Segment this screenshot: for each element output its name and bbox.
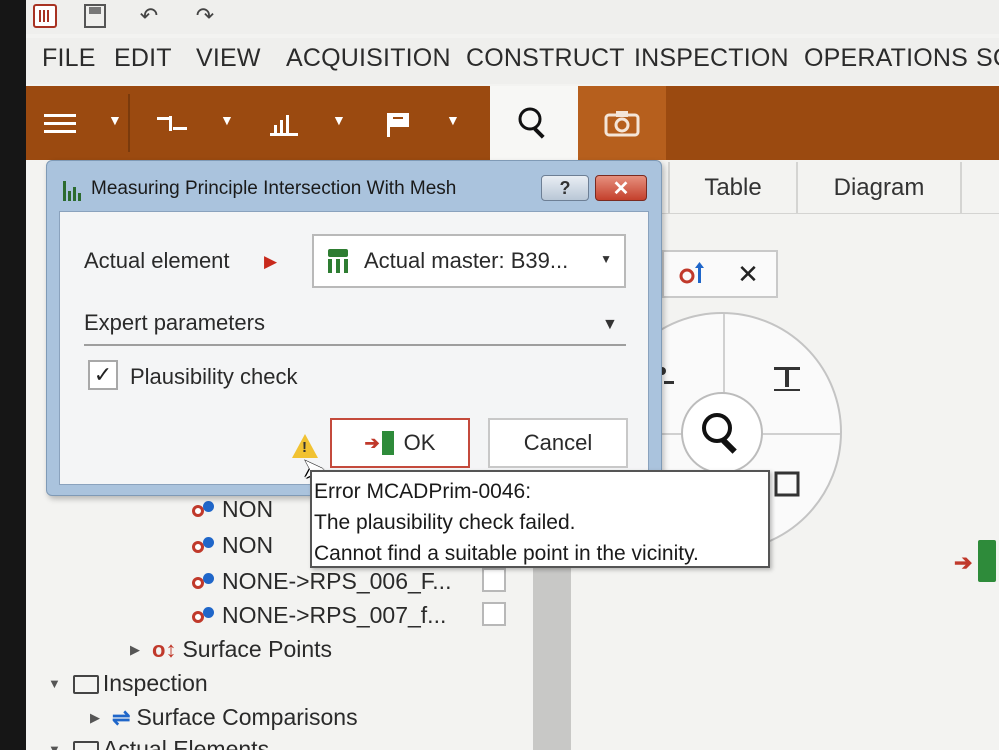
- dialog-title: Measuring Principle Intersection With Me…: [91, 178, 457, 199]
- actual-element-label: Actual element: [84, 248, 230, 273]
- tree-row-checkbox[interactable]: [482, 602, 506, 626]
- menu-sc[interactable]: SC: [976, 44, 999, 73]
- cancel-button[interactable]: Cancel: [488, 418, 628, 468]
- tree-surface-comparisons[interactable]: ▶ ⇌ Surface Comparisons: [90, 704, 358, 731]
- dialog-close-button[interactable]: ✕: [595, 175, 647, 201]
- menu-view[interactable]: VIEW: [196, 44, 261, 73]
- chevron-down-icon[interactable]: ▼: [602, 316, 618, 334]
- toolbar-separator: [128, 94, 130, 152]
- actual-element-value: Actual master: B39...: [364, 248, 569, 273]
- ok-arrow-icon: ➔: [364, 432, 380, 453]
- ok-button[interactable]: ➔ OK: [330, 418, 470, 468]
- menu-caret-icon[interactable]: ▼: [108, 112, 122, 128]
- menu-file[interactable]: FILE: [42, 44, 96, 73]
- flag-icon[interactable]: [376, 104, 420, 144]
- error-message: The plausibility check failed.: [314, 511, 576, 534]
- align-icon[interactable]: [150, 104, 194, 144]
- plausibility-check-label[interactable]: Plausibility check: [130, 364, 298, 390]
- tree-rps-label: NON: [222, 496, 274, 522]
- quick-access-bar: ↶ ↷: [26, 0, 999, 34]
- close-icon[interactable]: ✕: [724, 258, 772, 290]
- measure-icon: [63, 179, 87, 201]
- ok-label: OK: [403, 430, 436, 455]
- camera-icon[interactable]: [578, 86, 666, 160]
- radial-zoom-icon[interactable]: [681, 392, 763, 474]
- tree-inspection[interactable]: ▼ Inspection: [48, 670, 208, 697]
- folder-icon: [72, 675, 99, 694]
- expand-triangle-icon[interactable]: ▶: [90, 710, 100, 726]
- chevron-down-icon: ▼: [600, 252, 612, 266]
- radial-header: ✕: [662, 250, 778, 298]
- error-detail: Cannot find a suitable point in the vici…: [314, 542, 699, 565]
- tree-rps-label: NON: [222, 532, 274, 558]
- menu-acquisition[interactable]: ACQUISITION: [286, 44, 451, 73]
- dialog-body: Actual element ▶ Actual master: B39... ▼…: [59, 211, 649, 485]
- rps-point-icon: [192, 500, 218, 519]
- menu-icon[interactable]: [38, 104, 82, 144]
- apply-icon[interactable]: ➔: [954, 540, 996, 584]
- tree-surface-comparisons-label: Surface Comparisons: [136, 704, 358, 730]
- chart-caret-icon[interactable]: ▼: [332, 112, 346, 128]
- tree-rps-item[interactable]: NON: [192, 532, 273, 559]
- menu-inspection[interactable]: INSPECTION: [634, 44, 789, 73]
- tree-rps-label: NONE->RPS_006_F...: [222, 568, 452, 594]
- surface-comparison-icon: ⇌: [112, 704, 131, 730]
- menu-bar: FILE EDIT VIEW ACQUISITION CONSTRUCT INS…: [26, 38, 999, 84]
- collapse-triangle-icon[interactable]: ▼: [48, 742, 61, 750]
- flag-caret-icon[interactable]: ▼: [446, 112, 460, 128]
- tree-actual-elements[interactable]: ▼ Actual Elements: [48, 736, 269, 750]
- menu-operations[interactable]: OPERATIONS: [804, 44, 968, 73]
- view-tabs: Table Diagram: [630, 162, 999, 214]
- surface-point-icon: o↕: [152, 636, 177, 662]
- actual-element-select[interactable]: Actual master: B39... ▼: [312, 234, 626, 288]
- frame-icon[interactable]: [764, 464, 810, 504]
- tree-rps-item[interactable]: NON: [192, 496, 273, 523]
- error-code: Error MCADPrim-0046:: [314, 480, 532, 503]
- plausibility-checkbox[interactable]: ✓: [88, 360, 118, 390]
- ok-door-icon: [381, 431, 394, 455]
- rps-point-icon: [192, 536, 218, 555]
- undo-icon[interactable]: ↶: [134, 2, 164, 30]
- play-arrow-icon: ▶: [264, 252, 278, 271]
- rps-point-icon: [192, 606, 218, 625]
- collapse-triangle-icon[interactable]: ▼: [48, 676, 61, 691]
- tree-rps-label: NONE->RPS_007_f...: [222, 602, 447, 628]
- tree-surface-points[interactable]: ▶ o↕ Surface Points: [130, 636, 332, 663]
- tab-table[interactable]: Table: [668, 162, 796, 214]
- align-caret-icon[interactable]: ▼: [220, 112, 234, 128]
- tree-inspection-label: Inspection: [102, 670, 208, 696]
- redo-icon[interactable]: ↷: [190, 2, 220, 30]
- app-window: ↶ ↷ FILE EDIT VIEW ACQUISITION CONSTRUCT…: [26, 0, 999, 750]
- save-icon[interactable]: [80, 2, 110, 30]
- search-icon[interactable]: [490, 86, 578, 160]
- app-icon[interactable]: [30, 2, 60, 30]
- actual-master-icon: [326, 249, 352, 273]
- help-button[interactable]: ?: [541, 175, 589, 201]
- tree-rps-item[interactable]: NONE->RPS_007_f...: [192, 602, 446, 629]
- menu-edit[interactable]: EDIT: [114, 44, 172, 73]
- tab-more[interactable]: [960, 162, 999, 214]
- menu-construct[interactable]: CONSTRUCT: [466, 44, 625, 73]
- expert-divider: [84, 344, 626, 346]
- monitor-bezel: [0, 0, 26, 750]
- toolbar: ▼ ▼ ▼ ▼: [26, 86, 999, 160]
- measuring-principle-dialog: Measuring Principle Intersection With Me…: [46, 160, 662, 496]
- tree-actual-elements-label: Actual Elements: [102, 736, 270, 750]
- chart-icon[interactable]: [262, 104, 306, 144]
- point-sort-icon[interactable]: [670, 258, 718, 290]
- expert-parameters-label[interactable]: Expert parameters: [84, 310, 265, 336]
- tab-diagram[interactable]: Diagram: [796, 162, 960, 214]
- expand-triangle-icon[interactable]: ▶: [130, 642, 140, 658]
- splitter-bar[interactable]: [533, 560, 571, 750]
- text-icon[interactable]: [764, 358, 810, 398]
- error-tooltip: Error MCADPrim-0046: The plausibility ch…: [310, 470, 770, 568]
- tree-row-checkbox[interactable]: [482, 568, 506, 592]
- tree-surface-points-label: Surface Points: [182, 636, 333, 662]
- tree-rps-item[interactable]: NONE->RPS_006_F...: [192, 568, 451, 595]
- folder-icon: [72, 741, 99, 750]
- rps-point-icon: [192, 572, 218, 591]
